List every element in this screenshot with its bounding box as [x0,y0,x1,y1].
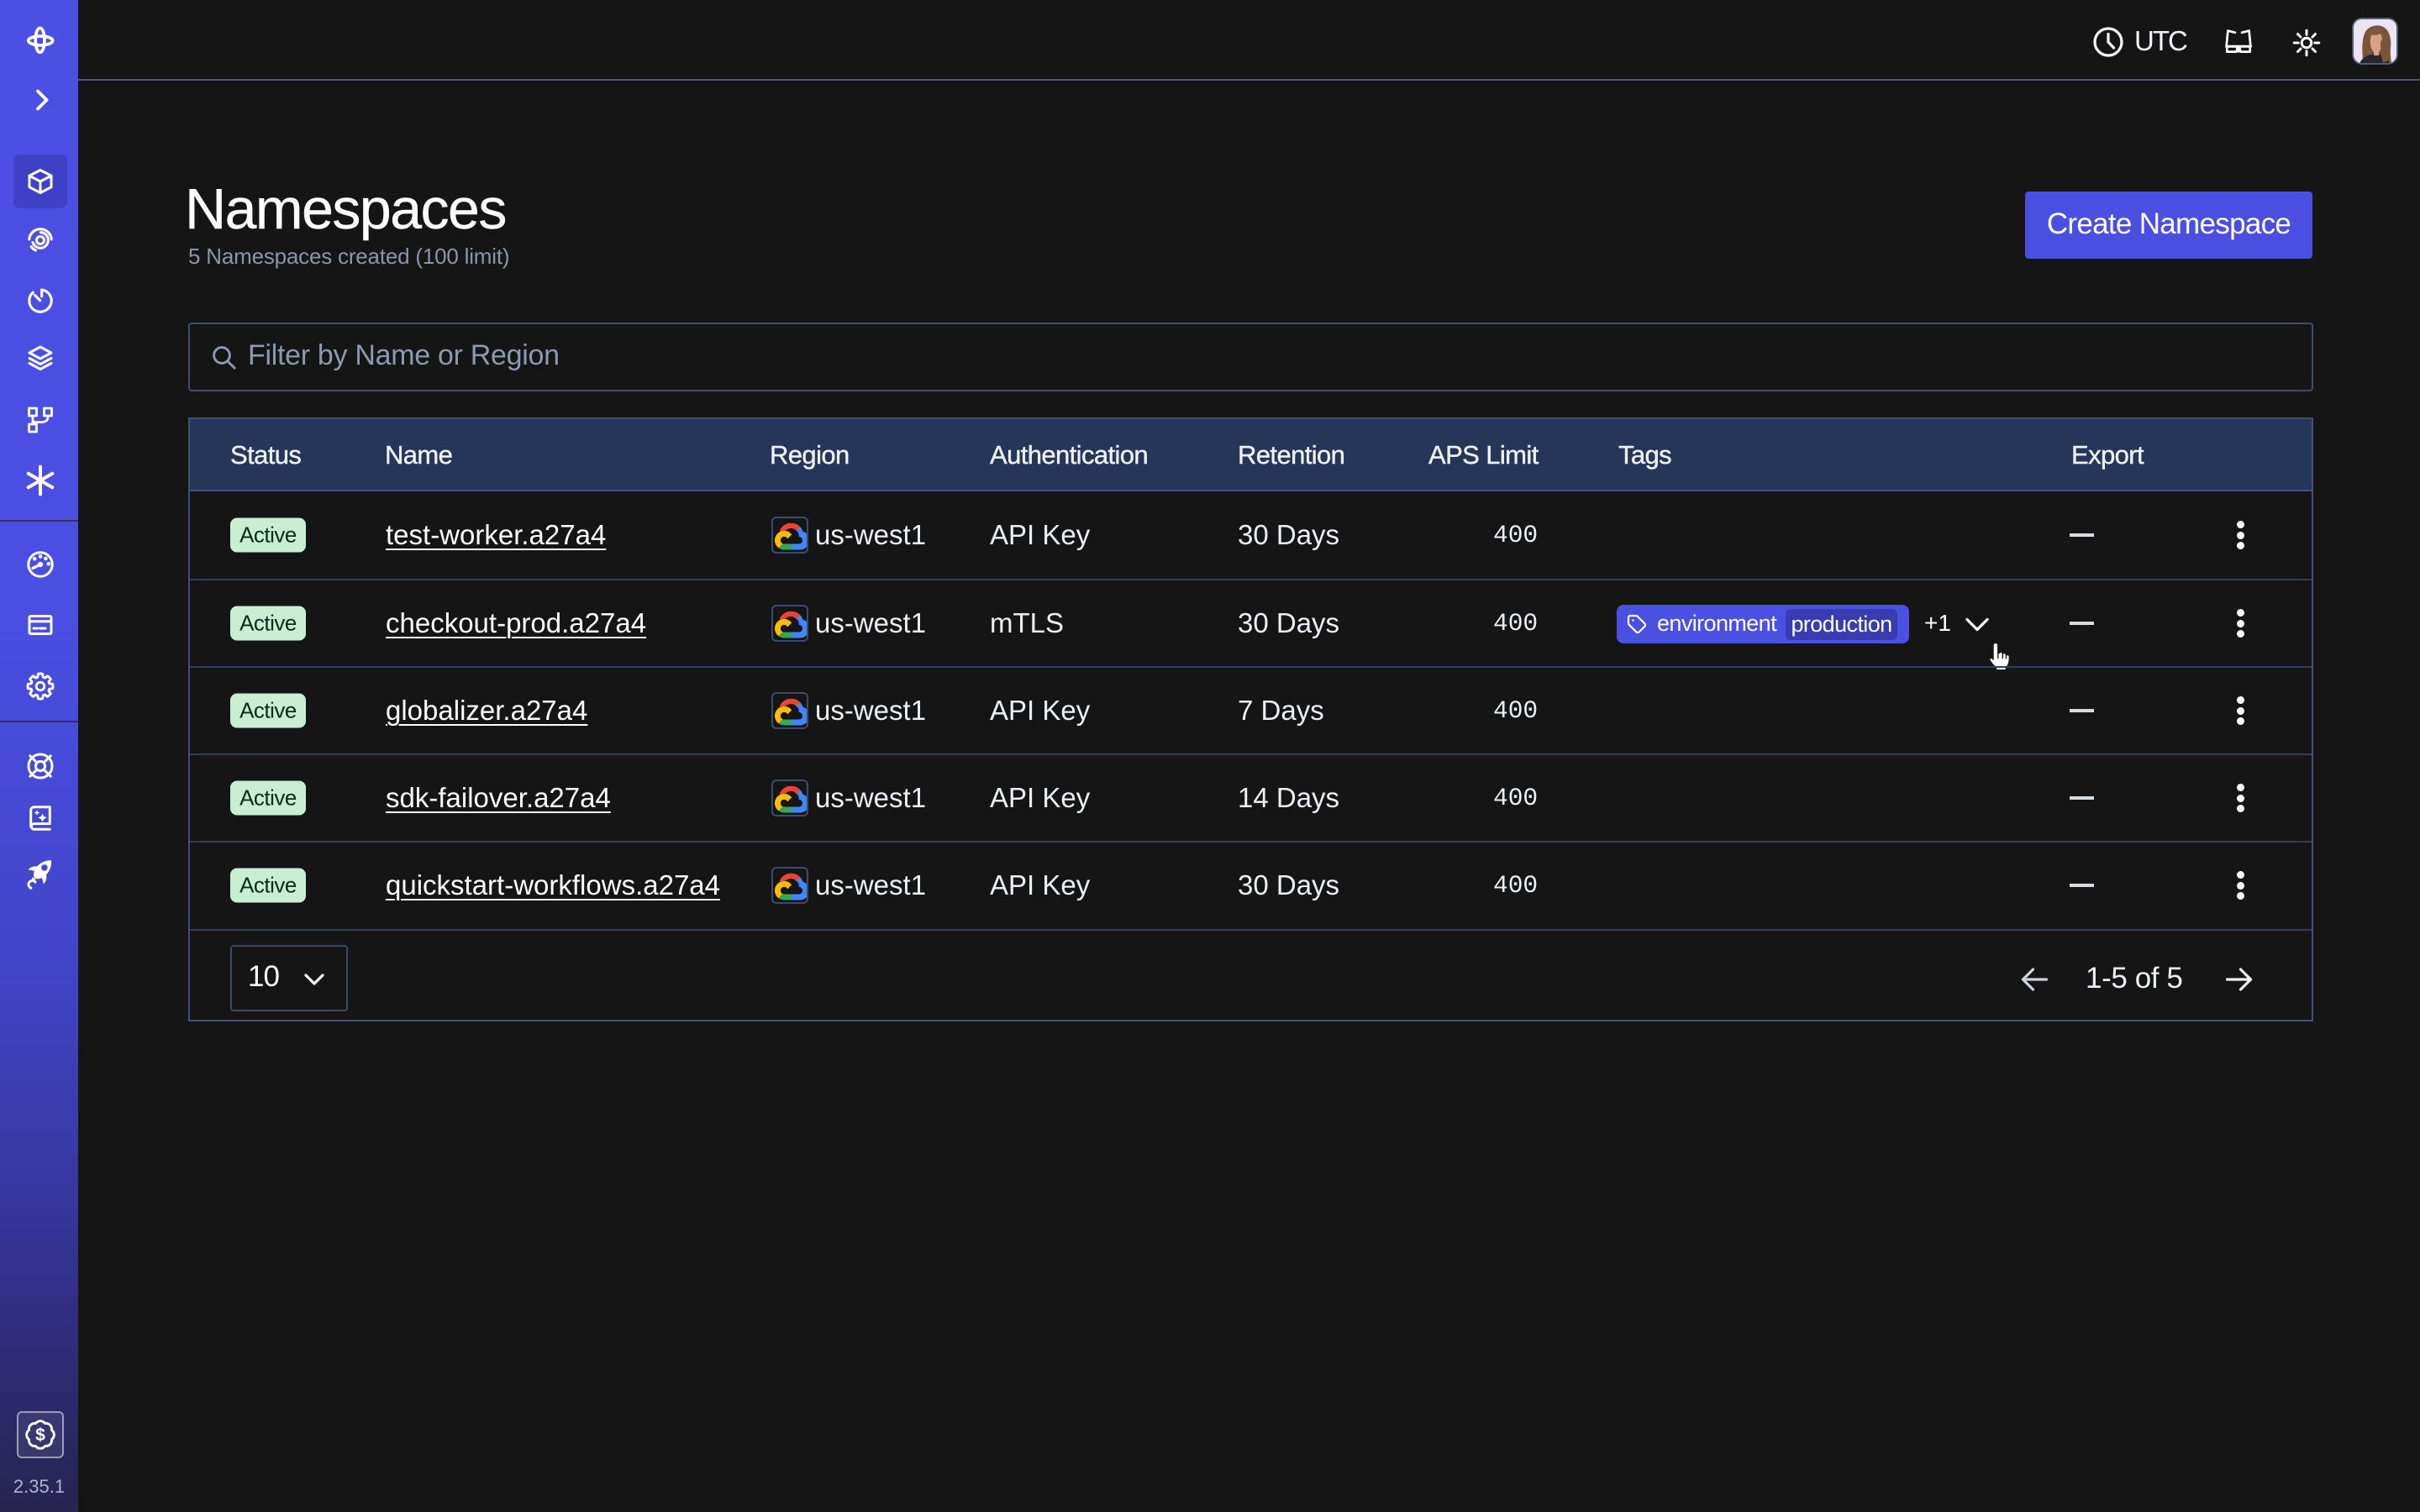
svg-text:$: $ [35,1425,45,1445]
